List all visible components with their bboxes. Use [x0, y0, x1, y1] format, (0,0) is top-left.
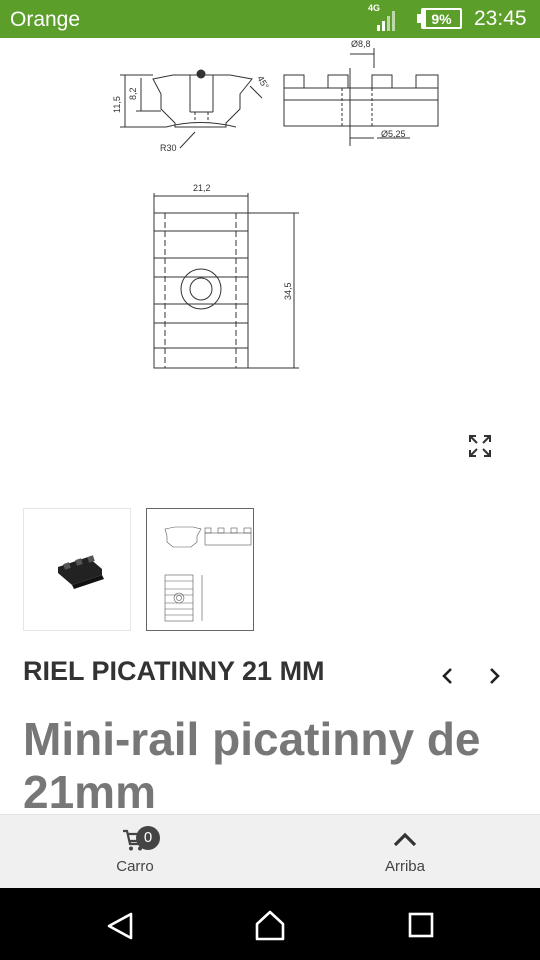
dim-length: 34,5: [283, 282, 293, 300]
cart-button[interactable]: Carro: [0, 815, 270, 889]
battery-percent: 9%: [431, 11, 452, 27]
thumbnail-drawing[interactable]: [146, 508, 254, 631]
expand-icon[interactable]: [464, 430, 496, 462]
carrier-name: Orange: [10, 8, 81, 31]
android-nav-bar: [0, 888, 540, 960]
home-icon[interactable]: [253, 908, 287, 942]
product-category-title: RIEL PICATINNY 21 MM: [23, 656, 325, 686]
dim-angle: 45°: [255, 74, 271, 91]
network-type: 4G: [368, 3, 381, 13]
status-bar: Orange 4G 9% 23:45: [0, 0, 540, 38]
back-to-top-label: Arriba: [384, 858, 425, 875]
rail-photo-image: [58, 555, 104, 589]
thumbnail-photo[interactable]: [23, 508, 131, 631]
main-product-image[interactable]: Ø8,8 11,5 8,2 45° R30 Ø5,25 21,2 34,5: [0, 38, 540, 478]
clock: 23:45: [474, 7, 527, 30]
dim-width: 21,2: [193, 183, 211, 193]
drawing-thumb-image: [164, 526, 252, 622]
dim-diameter-bottom: Ø5,25: [381, 129, 406, 139]
cart-count-badge: 0: [136, 826, 160, 850]
dim-height-outer: 11,5: [112, 96, 122, 113]
cart-label: Carro: [116, 858, 154, 875]
back-icon[interactable]: [104, 910, 136, 942]
bottom-action-bar: Carro Arriba: [0, 814, 540, 888]
chevron-left-icon[interactable]: [436, 664, 460, 688]
product-name: Mini-rail picatinny de 21mm: [23, 713, 481, 818]
back-to-top-button[interactable]: Arriba: [270, 815, 540, 889]
chevron-right-icon[interactable]: [482, 664, 506, 688]
technical-drawing: Ø8,8 11,5 8,2 45° R30 Ø5,25 21,2 34,5: [112, 39, 439, 369]
recents-icon[interactable]: [407, 911, 435, 939]
dim-height-inner: 8,2: [128, 87, 138, 100]
battery-icon: 9%: [421, 8, 462, 29]
chevron-up-icon: [393, 832, 417, 847]
dim-radius: R30: [160, 143, 177, 153]
dim-diameter-top: Ø8,8: [351, 39, 371, 49]
